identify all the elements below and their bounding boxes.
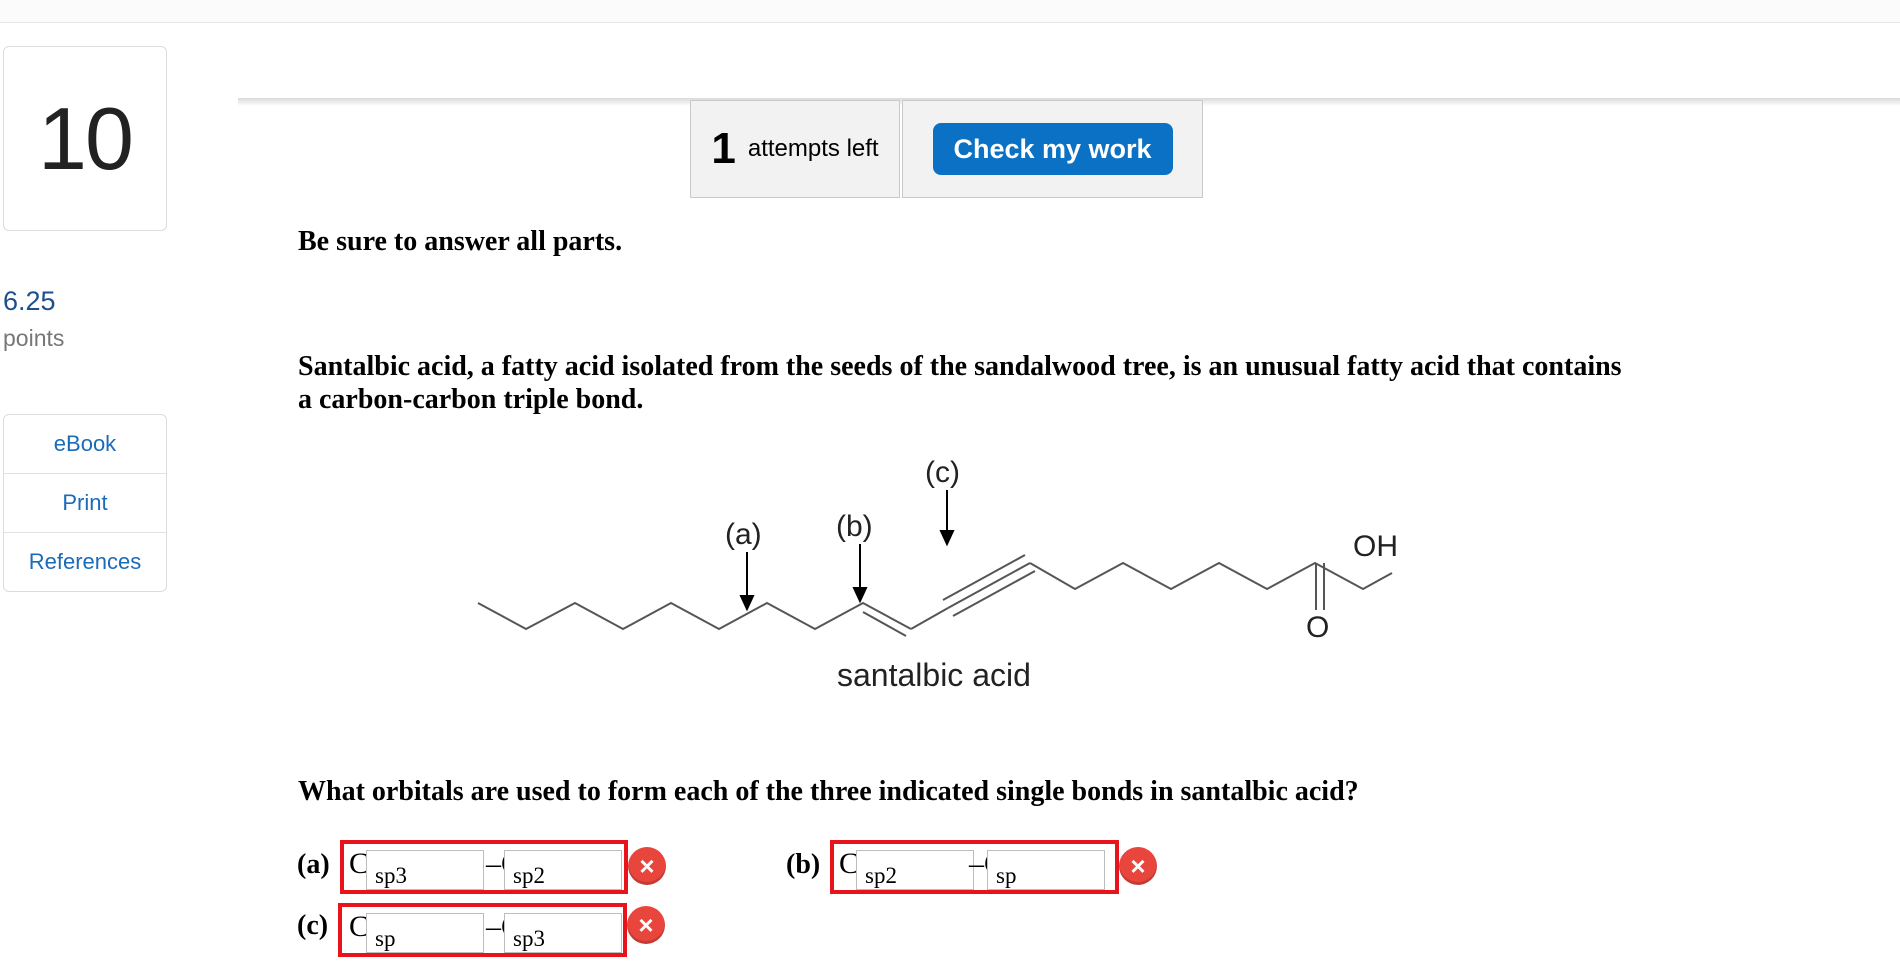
answer-a-label: (a) <box>297 849 330 880</box>
answer-b-orbital-1[interactable] <box>856 850 974 890</box>
arrow-b-head <box>852 587 868 604</box>
oh-label: OH <box>1353 530 1398 563</box>
answer-c-orbital-1[interactable] <box>366 913 484 953</box>
santalbic-acid-structure: (a) (b) (c) OH O santalbic acid <box>477 456 1398 693</box>
intro-text: Santalbic acid, a fatty acid isolated fr… <box>298 351 1622 415</box>
answer-a-group: C –C <box>340 840 628 894</box>
answer-c-label: (c) <box>297 910 329 941</box>
label-c: (c) <box>925 456 960 489</box>
figure-caption: santalbic acid <box>837 657 1031 693</box>
check-work-container: Check my work <box>902 100 1203 198</box>
answer-c-orbital-2[interactable] <box>504 913 622 953</box>
o-label: O <box>1306 611 1329 644</box>
arrow-c-head <box>939 530 955 547</box>
arrow-a-head <box>739 595 755 612</box>
attempts-label: attempts left <box>747 135 879 162</box>
instruction-text: Be sure to answer all parts. <box>298 226 623 257</box>
answer-b-group: C –C <box>830 840 1119 894</box>
triple-bond-line-2 <box>942 554 1026 601</box>
question-number: 10 <box>3 46 167 231</box>
print-link[interactable]: Print <box>4 474 166 533</box>
incorrect-a-x-circle-icon: × <box>628 847 666 885</box>
attempts-count: 1 <box>711 124 736 173</box>
side-links: eBook Print References <box>3 414 167 592</box>
triple-bond-line-1 <box>947 562 1031 609</box>
points-value: 6.25 <box>3 286 56 316</box>
question-text: What orbitals are used to form each of t… <box>298 776 1359 807</box>
alkyl-chain <box>477 601 912 631</box>
answer-a-orbital-2[interactable] <box>504 850 622 890</box>
top-border <box>0 0 1900 23</box>
incorrect-b-x-circle-icon: × <box>1119 847 1157 885</box>
references-link[interactable]: References <box>4 533 166 591</box>
single-bond-b <box>910 607 949 630</box>
answer-c-group: C –C <box>338 903 627 957</box>
triple-bond-line-3 <box>952 570 1036 617</box>
check-my-work-button[interactable]: Check my work <box>932 123 1173 175</box>
answer-a-orbital-1[interactable] <box>366 850 484 890</box>
points-label: points <box>3 325 65 351</box>
answer-b-orbital-2[interactable] <box>987 850 1105 890</box>
ebook-link[interactable]: eBook <box>4 415 166 474</box>
incorrect-c-x-circle-icon: × <box>627 906 665 944</box>
attempts-indicator: 1 attempts left <box>690 100 900 198</box>
answer-b-label: (b) <box>786 849 821 880</box>
chain-to-acid <box>1029 561 1393 591</box>
label-a: (a) <box>725 518 762 551</box>
label-b: (b) <box>836 510 873 543</box>
